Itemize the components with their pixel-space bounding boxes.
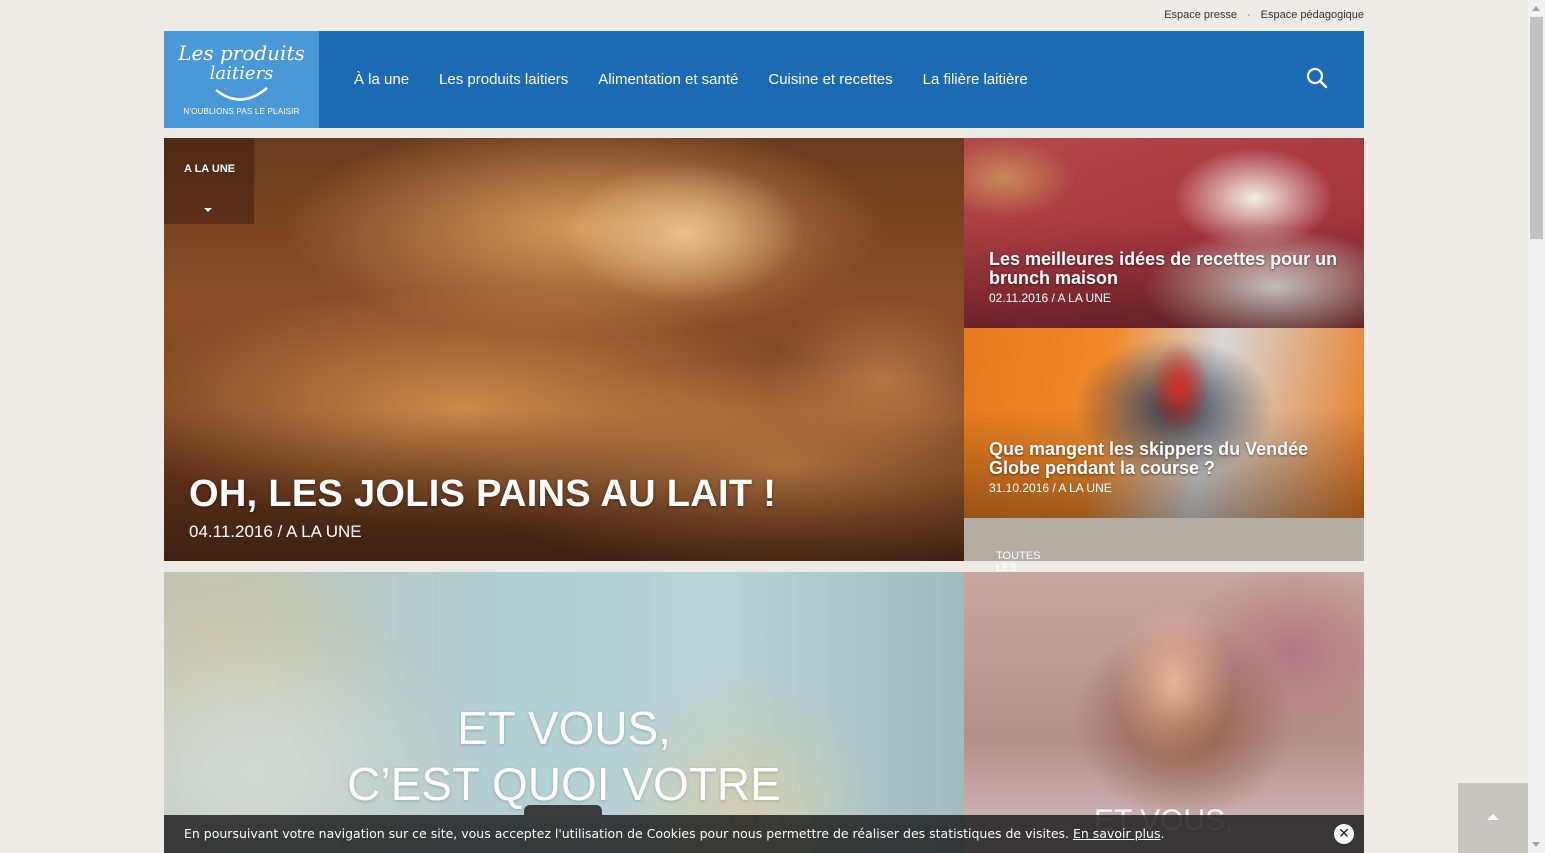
side-article-brunch[interactable]: Les meilleures idées de recettes pour un… <box>964 138 1364 328</box>
arrow-right-icon: → <box>996 550 1007 562</box>
search-icon[interactable] <box>1306 67 1328 89</box>
logo-line2: laitiers <box>209 63 274 84</box>
main-header: Les produits laitiers N'OUBLIONS PAS LE … <box>164 31 1364 128</box>
arrow-up-icon <box>1487 814 1499 820</box>
cookie-text-end: . <box>1160 826 1165 841</box>
scroll-up-arrow-icon[interactable] <box>1532 6 1540 11</box>
close-icon[interactable]: ✕ <box>1334 824 1354 844</box>
nav-filiere-laitiere[interactable]: La filière laitière <box>923 71 1028 88</box>
cookie-text: En poursuivant votre navigation sur ce s… <box>184 826 1074 841</box>
badge-label: A LA UNE <box>184 163 236 175</box>
side-article-title[interactable]: Les meilleures idées de recettes pour un… <box>989 250 1339 288</box>
hero-meta: 04.11.2016 / A LA UNE <box>189 522 362 541</box>
video-feature-title: ET VOUS, C’EST QUOI VOTRE <box>164 700 964 812</box>
hero-article[interactable]: A LA UNE OH, LES JOLIS PAINS AU LAIT ! 0… <box>164 138 964 561</box>
section-badge[interactable]: A LA UNE <box>164 138 254 224</box>
nav-cuisine-recettes[interactable]: Cuisine et recettes <box>768 71 892 88</box>
cookie-text-wrap: En poursuivant votre navigation sur ce s… <box>184 826 1164 841</box>
caret-down-icon <box>204 208 212 212</box>
side-article-skippers[interactable]: Que mangent les skippers du Vendée Globe… <box>964 328 1364 518</box>
hero-title[interactable]: OH, LES JOLIS PAINS AU LAIT ! <box>189 473 776 516</box>
smile-icon <box>215 87 268 101</box>
press-link[interactable]: Espace presse <box>1164 9 1237 21</box>
vertical-scrollbar[interactable] <box>1528 0 1545 853</box>
video-title-line1: ET VOUS, <box>457 702 671 754</box>
side-article-title[interactable]: Que mangent les skippers du Vendée Globe… <box>989 440 1339 478</box>
site-logo[interactable]: Les produits laitiers N'OUBLIONS PAS LE … <box>164 31 319 128</box>
scrollbar-thumb[interactable] <box>1530 17 1543 239</box>
main-nav: À la une Les produits laitiers Alimentat… <box>354 31 1028 128</box>
nav-a-la-une[interactable]: À la une <box>354 71 409 88</box>
side-article-meta: 02.11.2016 / A LA UNE <box>989 291 1111 305</box>
scroll-down-arrow-icon[interactable] <box>1532 842 1540 847</box>
cookie-learn-more-link[interactable]: En savoir plus <box>1073 826 1160 841</box>
logo-line1: Les produits <box>178 41 305 65</box>
cookie-banner: En poursuivant votre navigation sur ce s… <box>164 815 1364 853</box>
nav-alimentation-sante[interactable]: Alimentation et santé <box>598 71 738 88</box>
separator: · <box>1246 9 1251 21</box>
scroll-to-top-button[interactable] <box>1458 783 1528 853</box>
education-link[interactable]: Espace pédagogique <box>1261 9 1364 21</box>
nav-produits-laitiers[interactable]: Les produits laitiers <box>439 71 568 88</box>
video-feature[interactable]: ET VOUS, C’EST QUOI VOTRE <box>164 572 964 853</box>
top-links: Espace presse · Espace pédagogique <box>1164 9 1364 21</box>
side-article-meta: 31.10.2016 / A LA UNE <box>989 481 1112 495</box>
logo-tagline: N'OUBLIONS PAS LE PLAISIR <box>183 107 300 116</box>
portrait-feature[interactable]: ET VOUS, <box>964 572 1364 853</box>
video-title-line2: C’EST QUOI VOTRE <box>347 758 781 810</box>
all-news-link[interactable]: TOUTES LES ACTUALITÉS → <box>964 518 1364 586</box>
